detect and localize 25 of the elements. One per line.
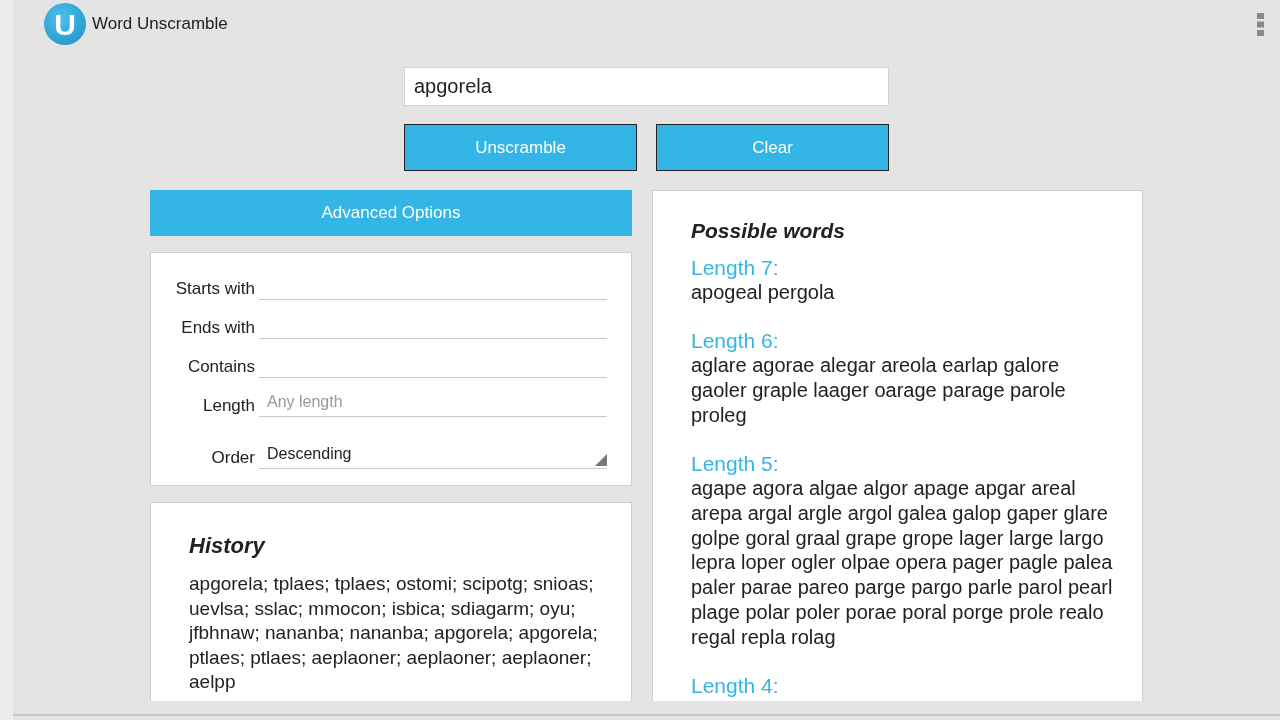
field-label: Order [210,446,256,469]
length-heading: Length 4: [691,673,780,699]
length-heading: Length 7: [691,254,780,280]
history-title: History [189,532,267,560]
field-label: Length [202,394,256,417]
order-dropdown[interactable]: Descending [259,439,607,469]
word-list: apogeal pergola [691,279,1116,305]
length-heading: Length 5: [691,451,780,477]
app-title: Word Unscramble [92,13,228,36]
unscramble-button[interactable]: Unscramble [404,124,637,171]
clear-button[interactable]: Clear [656,124,889,171]
advanced-options-button[interactable]: Advanced Options [150,190,632,236]
dropdown-triangle-icon [595,454,607,466]
field-label: Ends with [180,316,256,339]
history-text: apgorela; tplaes; tplaes; ostomi; scipotg; snioas; uevlsa; sslac; mmocon; isbica; sdiagarm; oyu; jfbhnaw; nananba; nananba; apgorela; apgorela; ptlaes; ptlaes; aeplaoner; aeplaoner; aeplaoner; aelpp [189,572,599,694]
length-heading: Length 6: [691,328,780,354]
field-label: Contains [186,355,256,378]
app-logo: U [44,3,86,45]
results-title: Possible words [691,218,847,244]
overflow-menu-icon[interactable] [1257,12,1264,36]
field-label: Starts with [174,277,256,300]
search-field[interactable]: apgorela [404,67,889,106]
input-field[interactable]: Any length [259,387,607,417]
word-list: aglare agorae alegar areola earlap galore gaoler graple laager oarage parage parole proleg [691,353,1116,428]
word-list: agape agora algae algor apage apgar areal arepa argal argle argol galea galop gaper glare golpe goral graal grape grope lager large largo lepra loper ogler olpae opera pager pagle palea paler parae pareo parge pargo parle parol pearl plage polar poler porae poral porge prole realo regal repla rolag [691,476,1116,650]
